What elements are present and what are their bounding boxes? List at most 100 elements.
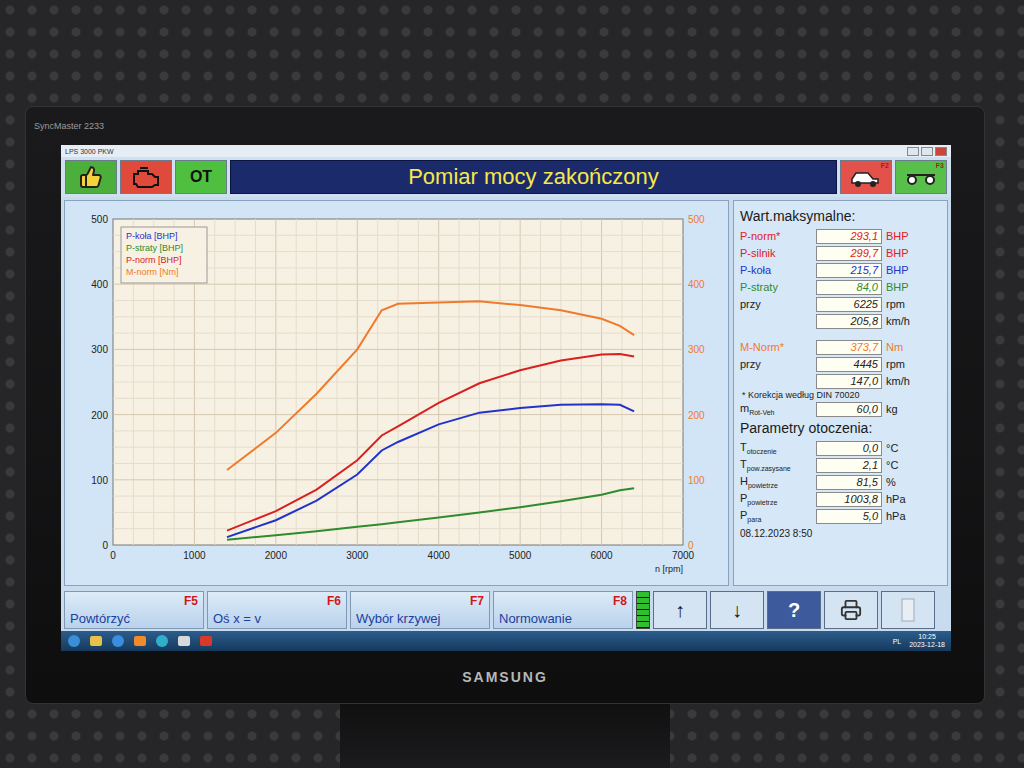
x-tick: 2000 — [264, 550, 287, 561]
title-bar: LPS 3000 PKW — [61, 145, 951, 157]
y2-tick: 500 — [688, 214, 705, 225]
function-button[interactable]: F7Wybór krzywej — [350, 591, 490, 629]
function-key: F5 — [184, 594, 198, 608]
value-unit: km/h — [886, 315, 941, 327]
y-tick: 100 — [91, 475, 108, 486]
y-tick: 400 — [91, 279, 108, 290]
window-title: LPS 3000 PKW — [65, 148, 114, 155]
value-unit: BHP — [886, 264, 941, 276]
x-tick: 0 — [110, 550, 116, 561]
value-label: P-silnik — [740, 247, 812, 259]
key-badge: F3 — [936, 162, 944, 169]
y-tick: 500 — [91, 214, 108, 225]
plot-area — [113, 219, 683, 545]
max-values-heading: Wart.maksymalne: — [740, 208, 941, 224]
engine-tile[interactable] — [120, 160, 172, 194]
system-tray: PL 10:252023-12-18 — [893, 633, 945, 649]
value-box: 0,0 — [816, 441, 882, 456]
start-icon[interactable] — [67, 634, 81, 648]
screen: LPS 3000 PKW OTPomiar mocy zakończonyF2 F3… — [61, 145, 951, 651]
value-row: P-norm*293,1BHP — [740, 228, 941, 244]
legend-item: P-koła [BHP] — [126, 231, 178, 241]
x-tick: 7000 — [671, 550, 694, 561]
power-chart: 01000200030004000500060007000n [rpm]0100… — [73, 207, 721, 579]
function-button[interactable]: F8 Normowanie — [493, 591, 633, 629]
value-unit: Nm — [886, 341, 941, 353]
function-button[interactable]: F6 Oś x = v — [207, 591, 347, 629]
toolbar: OTPomiar mocy zakończonyF2 F3 — [61, 157, 951, 197]
folder-icon[interactable] — [89, 634, 103, 648]
y-tick: 0 — [102, 540, 108, 551]
value-box: 373,7 — [816, 340, 882, 355]
nav-button[interactable]: ↑ — [653, 591, 707, 629]
value-box: 205,8 — [816, 314, 882, 329]
value-unit: hPa — [886, 510, 941, 522]
value-row: P-silnik299,7BHP — [740, 245, 941, 261]
env-label: mRot-Veh — [740, 402, 812, 416]
value-box: 299,7 — [816, 246, 882, 261]
env-row: Ppara5,0hPa — [740, 508, 941, 524]
media-icon[interactable] — [133, 634, 147, 648]
value-label: P-norm* — [740, 230, 812, 242]
value-row: 205,8 km/h — [740, 313, 941, 329]
app-icon[interactable] — [177, 634, 191, 648]
value-box: 81,5 — [816, 475, 882, 490]
window-controls — [907, 147, 947, 156]
function-label: Oś x = v — [213, 611, 341, 626]
y2-tick: 100 — [688, 475, 705, 486]
value-box: 215,7 — [816, 263, 882, 278]
clock: 10:252023-12-18 — [909, 633, 945, 649]
chart-panel: 01000200030004000500060007000n [rpm]0100… — [64, 200, 729, 586]
x-tick: 1000 — [183, 550, 206, 561]
env-row: Hpowietrze81,5% — [740, 474, 941, 490]
close-button[interactable] — [935, 147, 947, 156]
function-key: F7 — [470, 594, 484, 608]
y-tick: 200 — [91, 410, 108, 421]
maximize-button[interactable] — [921, 147, 933, 156]
level-indicator — [636, 591, 650, 629]
series-line — [227, 404, 634, 537]
taskbar: PL 10:252023-12-18 — [61, 631, 951, 651]
exit-button[interactable] — [881, 591, 935, 629]
value-box: 2,1 — [816, 458, 882, 473]
value-box: 5,0 — [816, 509, 882, 524]
y2-tick: 300 — [688, 344, 705, 355]
value-box: 1003,8 — [816, 492, 882, 507]
env-row: Ppowietrze1003,8hPa — [740, 491, 941, 507]
taskbar-icons — [67, 634, 885, 648]
minimize-button[interactable] — [907, 147, 919, 156]
printer-icon — [840, 599, 862, 621]
ot-tile[interactable]: OT — [175, 160, 227, 194]
browser-icon[interactable] — [111, 634, 125, 648]
function-label: Normowanie — [499, 611, 627, 626]
trailer-icon — [904, 166, 938, 188]
legend-item: P-straty [BHP] — [126, 243, 183, 253]
nav-button[interactable]: ? — [767, 591, 821, 629]
value-unit: rpm — [886, 298, 941, 310]
function-label: Powtórzyć — [70, 611, 198, 626]
value-label: przy — [740, 358, 812, 370]
function-key: F8 — [613, 594, 627, 608]
function-button[interactable]: F5 Powtórzyć — [64, 591, 204, 629]
value-label: przy — [740, 298, 812, 310]
language-indicator[interactable]: PL — [893, 638, 902, 645]
ok-tile[interactable] — [65, 160, 117, 194]
status-title: Pomiar mocy zakończony — [230, 160, 837, 194]
env-label: Totoczenie — [740, 441, 812, 455]
value-box: 60,0 — [816, 402, 882, 417]
f3-tile[interactable]: F3 — [895, 160, 947, 194]
value-unit: kg — [886, 403, 941, 415]
value-row: przy6225rpm — [740, 296, 941, 312]
value-unit: °C — [886, 442, 941, 454]
edge-icon[interactable] — [155, 634, 169, 648]
monitor-brand: SAMSUNG — [26, 651, 984, 703]
function-key: F6 — [327, 594, 341, 608]
nav-button[interactable]: ↓ — [710, 591, 764, 629]
f2-tile[interactable]: F2 — [840, 160, 892, 194]
env-label: Hpowietrze — [740, 475, 812, 489]
legend-item: M-norm [Nm] — [126, 267, 179, 277]
print-button[interactable] — [824, 591, 878, 629]
level-fill — [637, 592, 649, 628]
lps-icon[interactable] — [199, 634, 213, 648]
monitor: SyncMaster 2233LPS 3000 PKWOTPomiar mocy… — [25, 106, 985, 704]
